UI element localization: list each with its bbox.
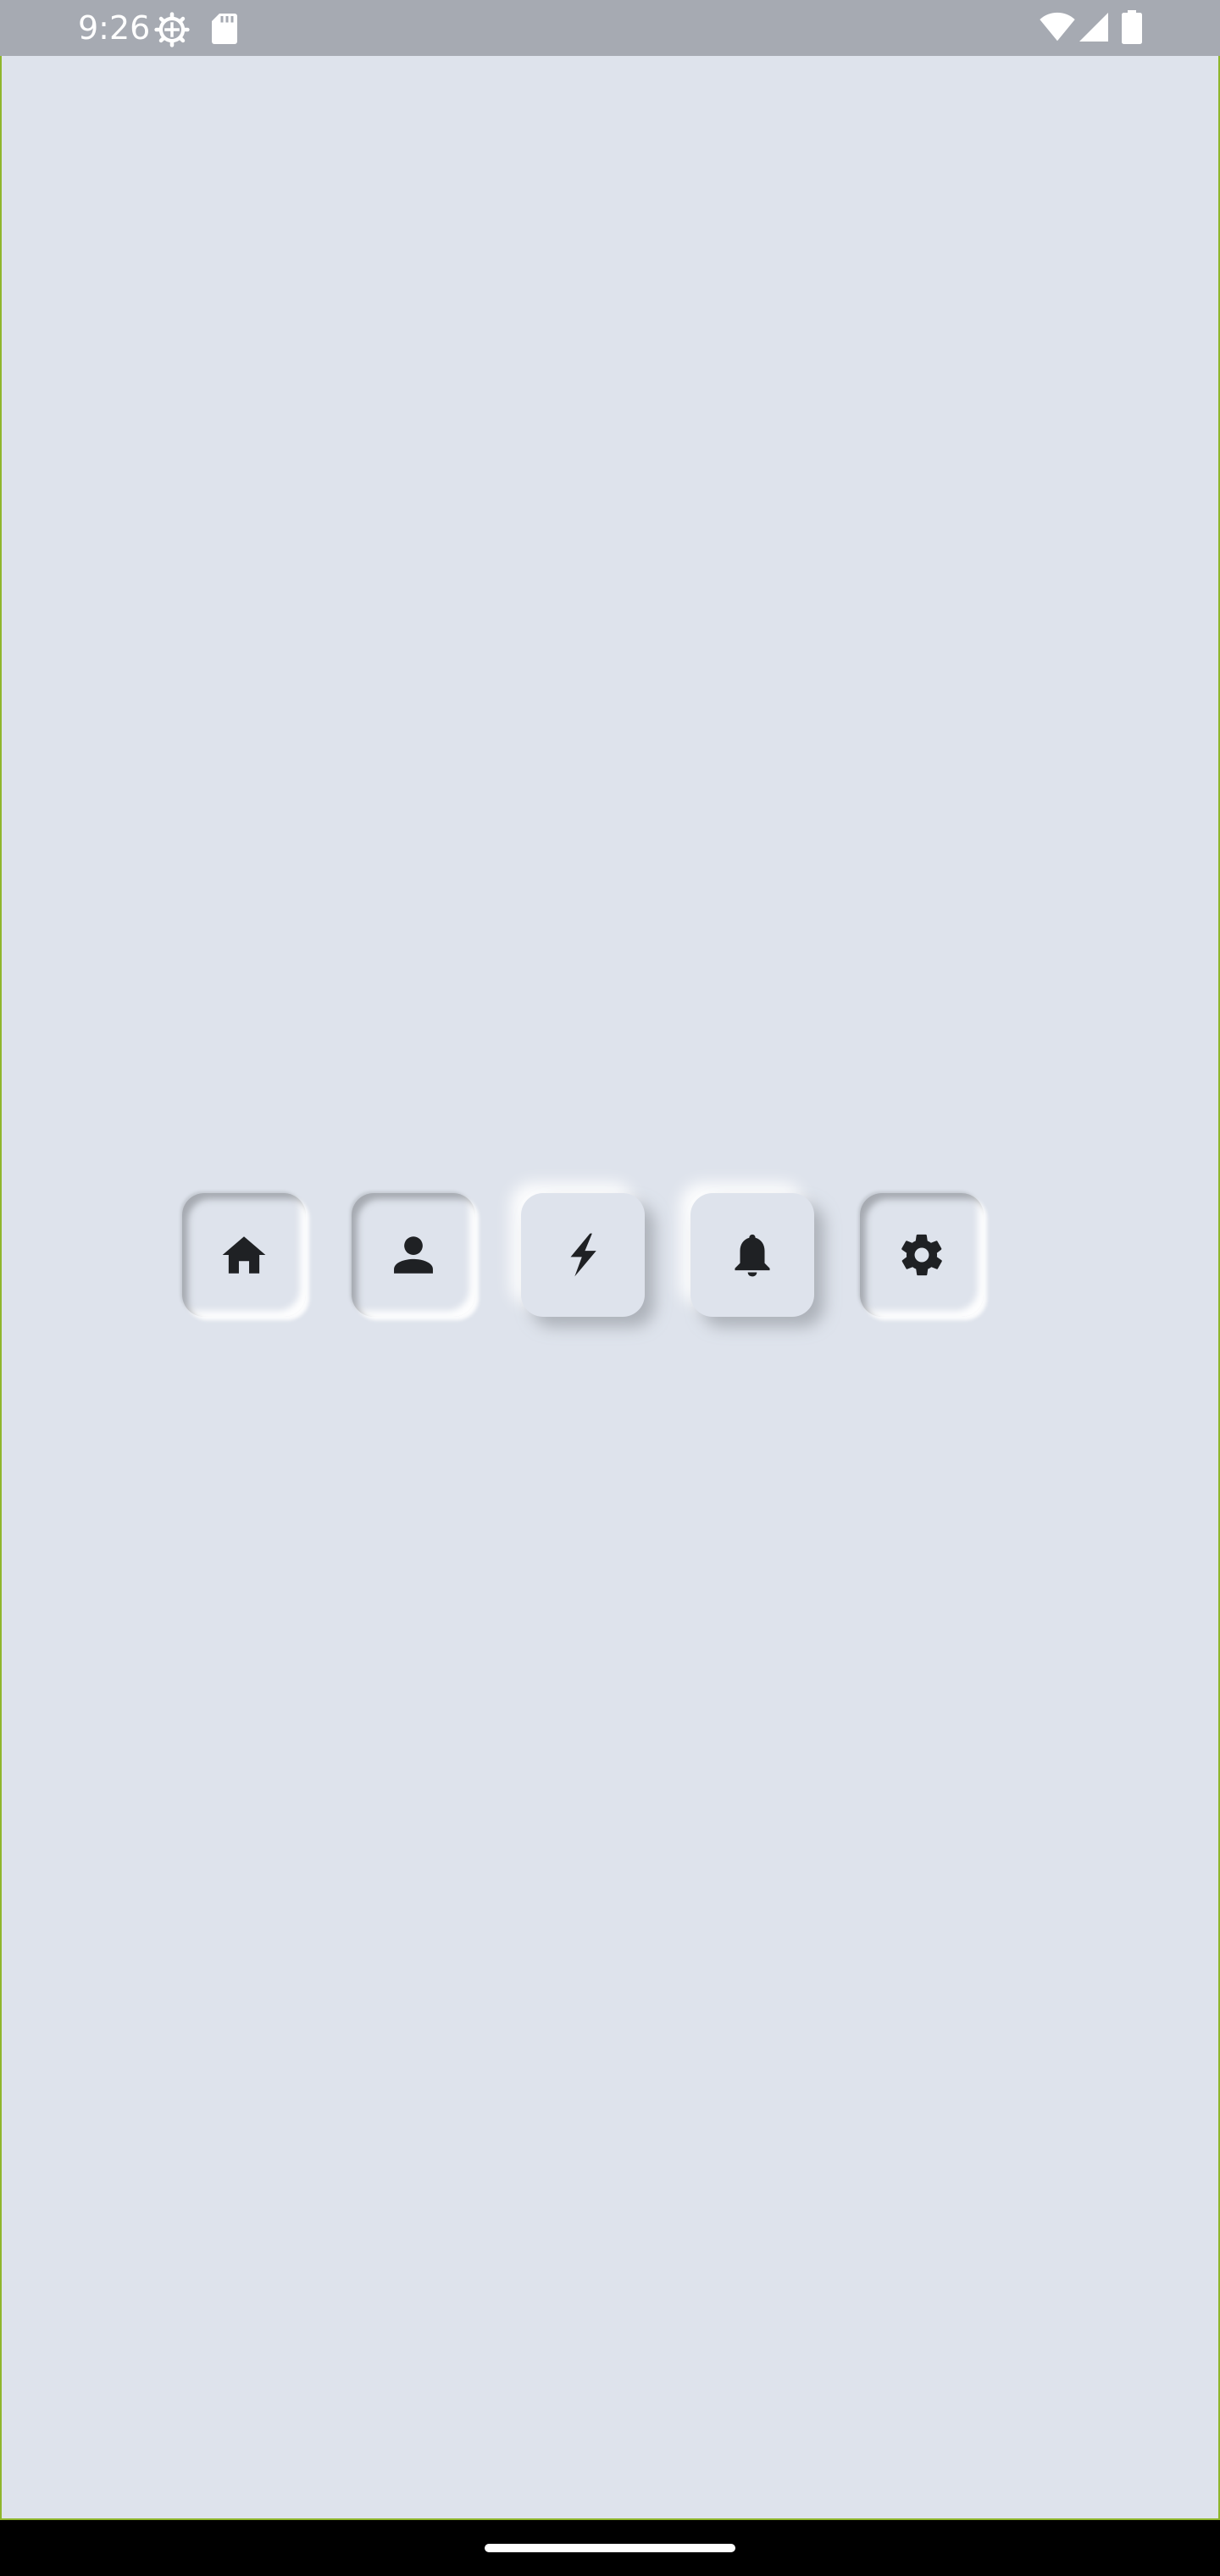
home-icon <box>222 1236 266 1274</box>
device-screen: 9:26 <box>0 0 1220 2576</box>
status-time: 9:26 <box>78 9 151 47</box>
settings-button[interactable] <box>860 1193 984 1317</box>
lightning-icon <box>570 1233 596 1277</box>
flash-button[interactable] <box>521 1193 645 1317</box>
gear-icon <box>901 1234 942 1276</box>
settings-status-icon <box>154 12 190 47</box>
sd-card-icon <box>212 14 237 44</box>
profile-button[interactable] <box>352 1193 475 1317</box>
status-bar: 9:26 <box>0 0 1220 56</box>
wifi-icon <box>1040 12 1075 42</box>
bell-icon <box>735 1234 770 1277</box>
cellular-signal-icon <box>1079 13 1108 42</box>
battery-icon <box>1122 10 1142 44</box>
notifications-button[interactable] <box>690 1193 814 1317</box>
person-icon <box>394 1236 433 1274</box>
icon-nav-bar <box>182 1193 995 1322</box>
gesture-navigation-bar[interactable] <box>485 2544 735 2552</box>
home-button[interactable] <box>182 1193 306 1317</box>
